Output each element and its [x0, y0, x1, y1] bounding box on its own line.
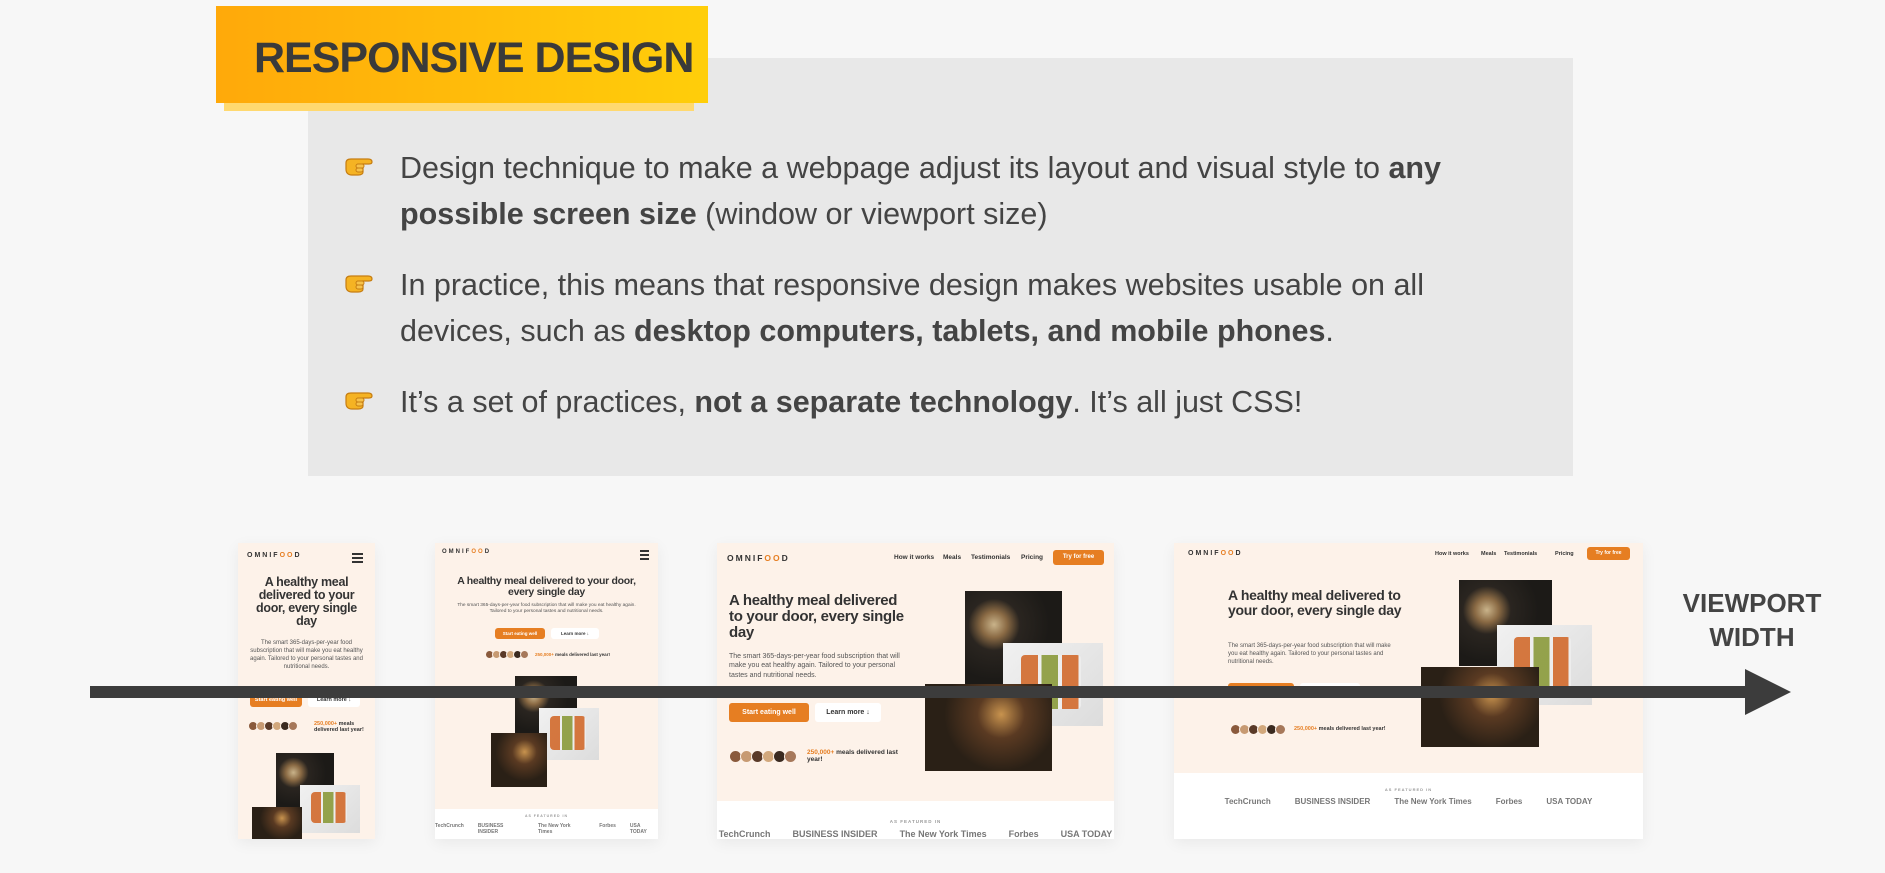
mock-description: The smart 365-days-per-year food subscri…	[729, 653, 900, 679]
mock-nav-pricing: Pricing	[1555, 551, 1574, 557]
title-underline	[224, 102, 694, 111]
mock-nav-testimonials: Testimonials	[1504, 551, 1538, 557]
mock-headline: A healthy meal delivered to your door, e…	[256, 575, 357, 629]
mock-featured-label: AS FEATURED IN	[889, 819, 942, 824]
mock-photo-trays	[300, 785, 360, 833]
mock-logo: OMNIFOOD	[1188, 550, 1243, 557]
mock-start-button: Start eating well	[729, 703, 809, 722]
mock-nav-testimonials: Testimonials	[971, 554, 1011, 561]
pointing-hand-icon	[345, 392, 373, 410]
mock-logo: OMNIFOOD	[442, 549, 492, 555]
mock-avatars	[729, 750, 797, 763]
bullet-1-text-end: (window or viewport size)	[696, 197, 1048, 231]
mock-footer: AS FEATURED IN TechCrunch BUSINESS INSIDE…	[717, 801, 1114, 839]
mock-stat: 250,000+ meals delivered last year!	[807, 749, 898, 764]
bullet-3: It’s a set of practices, not a separate …	[345, 379, 1530, 425]
mock-featured-label: AS FEATURED IN	[1384, 787, 1433, 792]
bullet-1: Design technique to make a webpage adjus…	[345, 145, 1530, 237]
mock-brands: TechCrunch BUSINESS INSIDER The New York T…	[1224, 797, 1593, 806]
mock-stat: 250,000+ meals delivered last year!	[314, 721, 364, 734]
mock-description: The smart 365-days-per-year food subscri…	[1228, 643, 1391, 666]
mock-footer: AS FEATURED IN TechCrunch BUSINESS INSIDE…	[435, 809, 658, 839]
pointing-hand-icon	[345, 158, 373, 176]
mock-headline: A healthy meal delivered to your door, e…	[457, 575, 636, 599]
title-badge: RESPONSIVE DESIGN	[216, 6, 708, 103]
page-title: RESPONSIVE DESIGN	[254, 34, 694, 82]
bullet-3-text: It’s a set of practices,	[400, 385, 695, 419]
mock-avatars	[485, 650, 529, 659]
mock-brands: TechCrunch BUSINESS INSIDER The New York T…	[435, 823, 647, 835]
mock-nav-how: How it works	[1435, 551, 1469, 557]
mock-photo-woman	[252, 807, 302, 839]
bullet-3-emphasis: not a separate technology	[694, 385, 1073, 419]
mock-learn-button: Learn more ↓	[815, 703, 881, 722]
mock-headline: A healthy meal delivered to your door, e…	[1228, 587, 1402, 618]
mock-nav-pricing: Pricing	[1021, 554, 1044, 561]
mock-photo-woman	[1421, 667, 1539, 747]
mock-logo: OMNIFOOD	[247, 552, 302, 559]
mock-footer: AS FEATURED IN TechCrunch BUSINESS INSIDE…	[1174, 773, 1643, 839]
content-panel: Design technique to make a webpage adjus…	[308, 58, 1573, 476]
bullet-3-text-end: . It’s all just CSS!	[1072, 385, 1303, 419]
pointing-hand-icon	[345, 275, 373, 293]
mock-photo-trays	[539, 708, 599, 760]
mock-nav-cta: Try for free	[1053, 550, 1104, 565]
mock-description: The smart 365-days-per-year food subscri…	[250, 640, 363, 671]
mock-description: The smart 365-days-per-year food subscri…	[457, 603, 636, 615]
mock-avatars	[1230, 724, 1286, 735]
mock-brands: TechCrunch BUSINESS INSIDER The New York T…	[718, 829, 1113, 839]
mock-logo: OMNIFOOD	[727, 553, 790, 563]
mock-nav-meals: Meals	[943, 554, 962, 561]
mock-photo-woman	[491, 733, 547, 787]
mock-start-button: Start eating well	[495, 628, 545, 639]
hamburger-menu-icon	[640, 550, 649, 562]
mock-stat: 250,000+ meals delivered last year!	[535, 652, 610, 657]
viewport-width-label: VIEWPORT WIDTH	[1682, 588, 1822, 652]
bullet-1-text: Design technique to make a webpage adjus…	[400, 151, 1389, 185]
mock-featured-label: AS FEATURED IN	[524, 814, 569, 818]
mock-stat: 250,000+ meals delivered last year!	[1294, 726, 1386, 732]
bullet-2-emphasis: desktop computers, tablets, and mobile p…	[633, 314, 1326, 348]
hamburger-menu-icon	[352, 553, 363, 565]
arrow-right-icon	[1745, 669, 1791, 715]
bullet-2: In practice, this means that responsive …	[345, 262, 1530, 354]
mock-headline: A healthy meal delivered to your door, e…	[729, 592, 904, 641]
mock-nav-how: How it works	[894, 554, 935, 561]
viewport-arrow-line	[90, 686, 1750, 698]
mock-nav-meals: Meals	[1481, 551, 1497, 557]
mock-learn-button: Learn more ↓	[551, 628, 599, 639]
bullet-2-text-end: .	[1325, 314, 1334, 348]
mock-nav-cta: Try for free	[1587, 547, 1630, 560]
mock-avatars	[248, 721, 298, 731]
